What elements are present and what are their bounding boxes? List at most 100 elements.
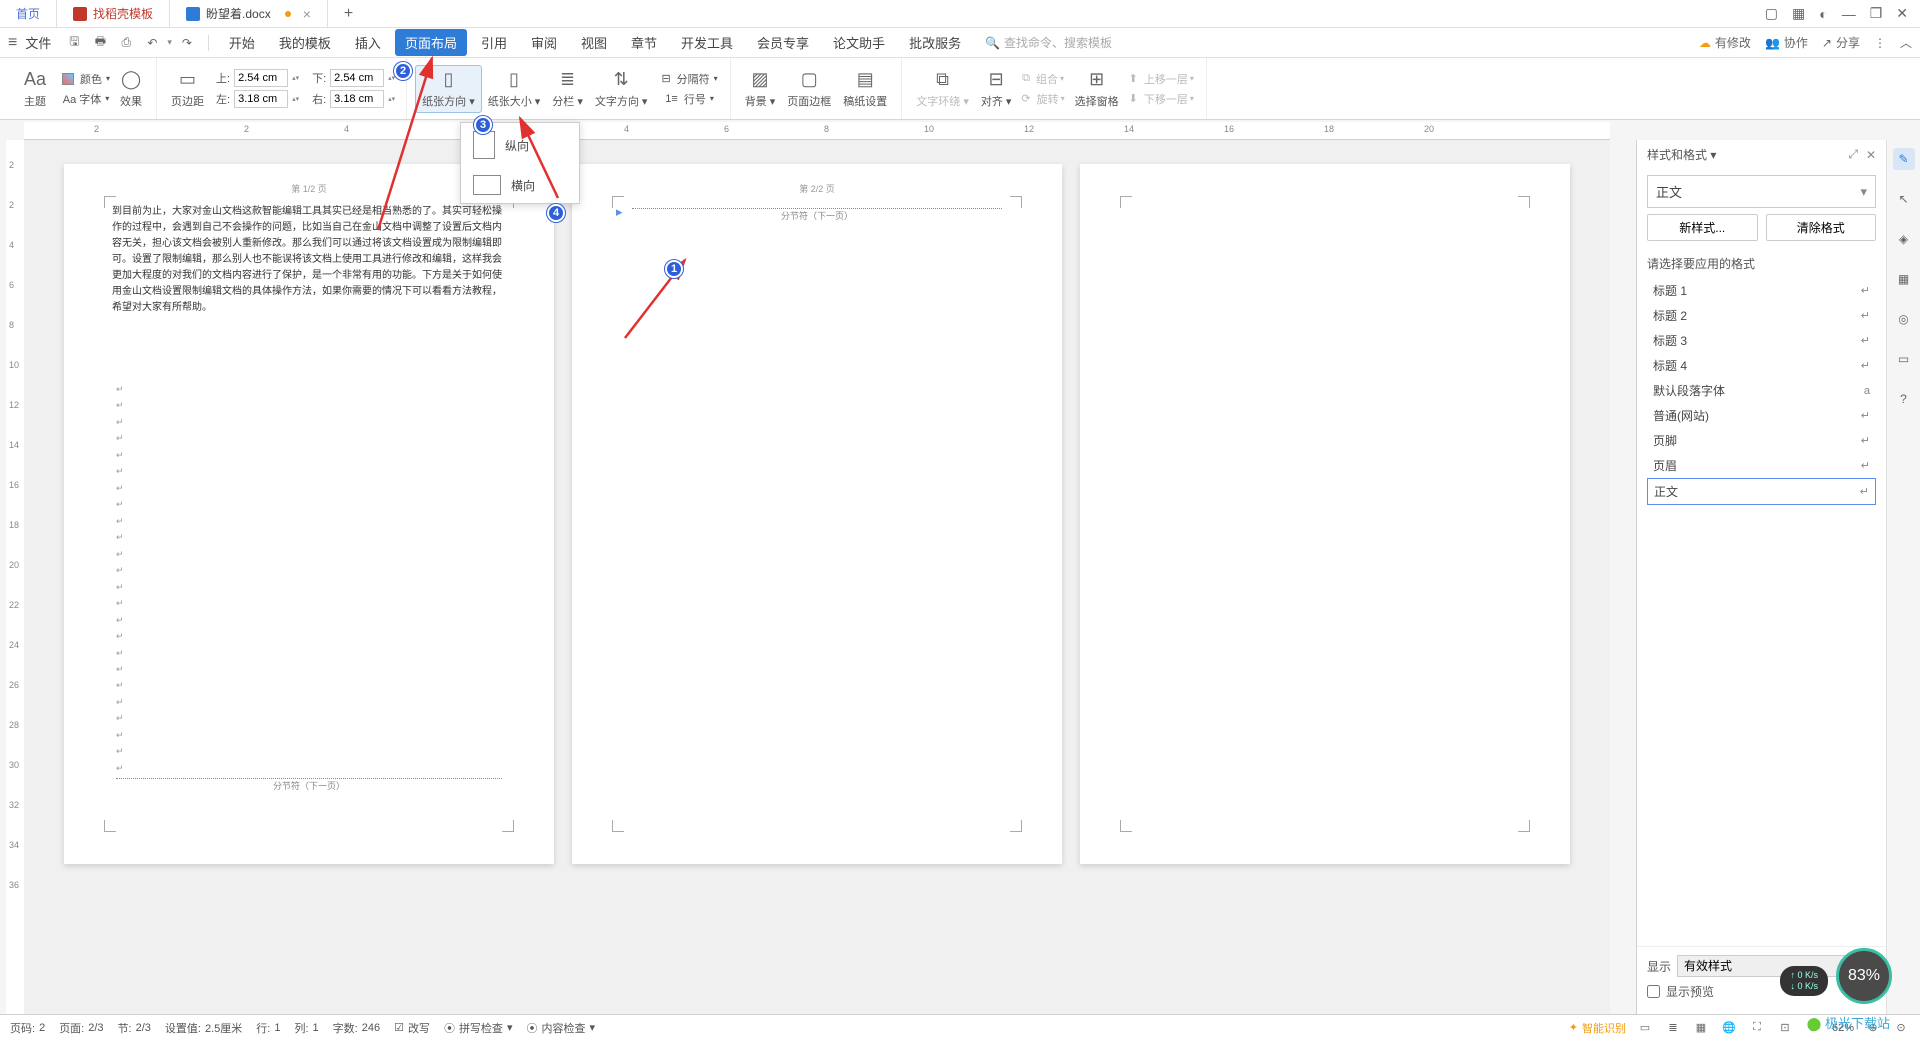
style-item-h4[interactable]: 标题 4↵ xyxy=(1647,353,1876,378)
close-tab-icon[interactable]: × xyxy=(303,6,311,22)
menu-thesis[interactable]: 论文助手 xyxy=(823,29,895,56)
tab-new[interactable]: + xyxy=(328,0,369,28)
zoom-slider-icon[interactable]: ⊙ xyxy=(1892,1019,1910,1037)
rail-select-icon[interactable]: ↖ xyxy=(1893,188,1915,210)
window-close-icon[interactable]: ✕ xyxy=(1896,5,1908,22)
menu-view[interactable]: 视图 xyxy=(571,29,617,56)
panel-popout-icon[interactable]: ⤢ xyxy=(1848,147,1858,162)
columns-button[interactable]: ≣分栏 ▾ xyxy=(546,66,589,112)
paper-setting-button[interactable]: ▤稿纸设置 xyxy=(837,66,893,112)
theme-button[interactable]: Aa主题 xyxy=(18,66,52,112)
rail-layers-icon[interactable]: ▦ xyxy=(1893,268,1915,290)
move-down-button[interactable]: ⬇下移一层▾ xyxy=(1125,90,1198,108)
preview-checkbox[interactable] xyxy=(1647,985,1660,998)
zoom-fit-icon[interactable]: ⊡ xyxy=(1776,1019,1794,1037)
sb-setting[interactable]: 设置值:2.5厘米 xyxy=(165,1020,242,1036)
rail-target-icon[interactable]: ◎ xyxy=(1893,308,1915,330)
rail-styles-icon[interactable]: ✎ xyxy=(1893,148,1915,170)
tab-document[interactable]: 盼望着.docx × xyxy=(170,0,328,28)
menu-start[interactable]: 开始 xyxy=(219,29,265,56)
has-changes-button[interactable]: ☁有修改 xyxy=(1699,34,1751,51)
paper-orientation-button[interactable]: ▯纸张方向 ▾ xyxy=(415,65,482,113)
align-button[interactable]: ⊟对齐 ▾ xyxy=(975,66,1018,112)
style-item-header[interactable]: 页眉↵ xyxy=(1647,453,1876,478)
combine-button[interactable]: ⧉组合▾ xyxy=(1017,70,1068,88)
margin-left-input[interactable] xyxy=(234,90,288,108)
text-wrap-button[interactable]: ⧉文字环绕 ▾ xyxy=(910,66,975,112)
orientation-landscape[interactable]: 横向 xyxy=(461,167,579,203)
style-item-h1[interactable]: 标题 1↵ xyxy=(1647,278,1876,303)
menu-corrections[interactable]: 批改服务 xyxy=(899,29,971,56)
orientation-portrait[interactable]: 纵向 xyxy=(461,123,579,167)
current-style-select[interactable]: 正文▾ xyxy=(1647,175,1876,208)
page-border-button[interactable]: ▢页面边框 xyxy=(781,66,837,112)
sb-page[interactable]: 页面:2/3 xyxy=(59,1020,103,1036)
sb-words[interactable]: 字数:246 xyxy=(333,1020,380,1036)
rail-shape-icon[interactable]: ◈ xyxy=(1893,228,1915,250)
user-avatar-icon[interactable]: ◐ xyxy=(1819,6,1827,22)
selection-pane-button[interactable]: ⊞选择窗格 xyxy=(1069,66,1125,112)
file-menu[interactable]: 文件 xyxy=(25,33,51,52)
view-mode-5-icon[interactable]: ⛶ xyxy=(1748,1019,1766,1037)
view-mode-1-icon[interactable]: ▭ xyxy=(1636,1019,1654,1037)
menu-reference[interactable]: 引用 xyxy=(471,29,517,56)
menu-mytemplate[interactable]: 我的模板 xyxy=(269,29,341,56)
preview-icon[interactable]: ⎙ xyxy=(117,34,135,52)
move-up-button[interactable]: ⬆上移一层▾ xyxy=(1125,70,1198,88)
style-item-footer[interactable]: 页脚↵ xyxy=(1647,428,1876,453)
lineno-button[interactable]: 1≡行号▾ xyxy=(657,90,721,108)
view-mode-2-icon[interactable]: ≣ xyxy=(1664,1019,1682,1037)
layout-icon[interactable]: ▢ xyxy=(1765,5,1778,22)
sb-smart[interactable]: ✦ 智能识别 xyxy=(1569,1020,1626,1036)
style-item-body[interactable]: 正文↵ xyxy=(1647,478,1876,505)
style-item-default-font[interactable]: 默认段落字体a xyxy=(1647,378,1876,403)
menu-insert[interactable]: 插入 xyxy=(345,29,391,56)
sb-spell[interactable]: ⦿拼写检查 ▾ xyxy=(444,1020,513,1036)
margin-right-input[interactable] xyxy=(330,90,384,108)
command-search[interactable]: 🔍 查找命令、搜索模板 xyxy=(985,34,1112,51)
view-mode-4-icon[interactable]: 🌐 xyxy=(1720,1019,1738,1037)
menu-devtools[interactable]: 开发工具 xyxy=(671,29,743,56)
rail-help-icon[interactable]: ? xyxy=(1893,388,1915,410)
print-icon[interactable]: 🖶 xyxy=(91,34,109,52)
undo-icon[interactable]: ↶ xyxy=(143,34,161,52)
margin-top-input[interactable] xyxy=(234,69,288,87)
background-button[interactable]: ▨背景 ▾ xyxy=(739,66,782,112)
clear-format-button[interactable]: 清除格式 xyxy=(1766,214,1877,241)
coop-button[interactable]: 👥协作 xyxy=(1765,34,1808,51)
paper-size-button[interactable]: ▯纸张大小 ▾ xyxy=(482,66,547,112)
hyphen-button[interactable]: ⊟分隔符▾ xyxy=(657,70,721,88)
minimize-icon[interactable]: — xyxy=(1842,6,1856,22)
rail-book-icon[interactable]: ▭ xyxy=(1893,348,1915,370)
page-margins-button[interactable]: ▭页边距 xyxy=(165,66,210,112)
hamburger-icon[interactable]: ≡ xyxy=(8,34,17,52)
document-canvas[interactable]: 第 1/2 页 到目前为止，大家对金山文档这款智能编辑工具其实已经是相当熟悉的了… xyxy=(24,140,1610,1014)
style-item-h2[interactable]: 标题 2↵ xyxy=(1647,303,1876,328)
theme-font-button[interactable]: Aa 字体▾ xyxy=(58,90,114,108)
rotate-button[interactable]: ⟳旋转▾ xyxy=(1017,90,1068,108)
menu-member[interactable]: 会员专享 xyxy=(747,29,819,56)
margin-bottom-input[interactable] xyxy=(330,69,384,87)
sb-col[interactable]: 列:1 xyxy=(294,1020,318,1036)
menu-section[interactable]: 章节 xyxy=(621,29,667,56)
sb-page-no[interactable]: 页码:2 xyxy=(10,1020,45,1036)
panel-close-icon[interactable]: ✕ xyxy=(1866,148,1876,162)
redo-icon[interactable]: ↷ xyxy=(178,34,196,52)
theme-color-button[interactable]: 颜色▾ xyxy=(58,70,114,88)
sb-rewrite[interactable]: ☑改写 xyxy=(394,1020,430,1036)
appgrid-icon[interactable]: ▦ xyxy=(1792,5,1805,22)
sb-row[interactable]: 行:1 xyxy=(256,1020,280,1036)
tab-home[interactable]: 首页 xyxy=(0,0,57,28)
new-style-button[interactable]: 新样式... xyxy=(1647,214,1758,241)
view-mode-3-icon[interactable]: ▦ xyxy=(1692,1019,1710,1037)
save-icon[interactable]: 🖫 xyxy=(65,34,83,52)
tab-template[interactable]: 找稻壳模板 xyxy=(57,0,170,28)
sb-section[interactable]: 节:2/3 xyxy=(118,1020,151,1036)
maximize-icon[interactable]: ❐ xyxy=(1870,5,1883,22)
sb-content-check[interactable]: ⦿内容检查 ▾ xyxy=(526,1020,595,1036)
menu-pagelayout[interactable]: 页面布局 xyxy=(395,29,467,56)
share-button[interactable]: ↗分享 xyxy=(1822,34,1860,51)
style-item-h3[interactable]: 标题 3↵ xyxy=(1647,328,1876,353)
style-item-normal-web[interactable]: 普通(网站)↵ xyxy=(1647,403,1876,428)
theme-effect-button[interactable]: ◯效果 xyxy=(114,66,148,112)
